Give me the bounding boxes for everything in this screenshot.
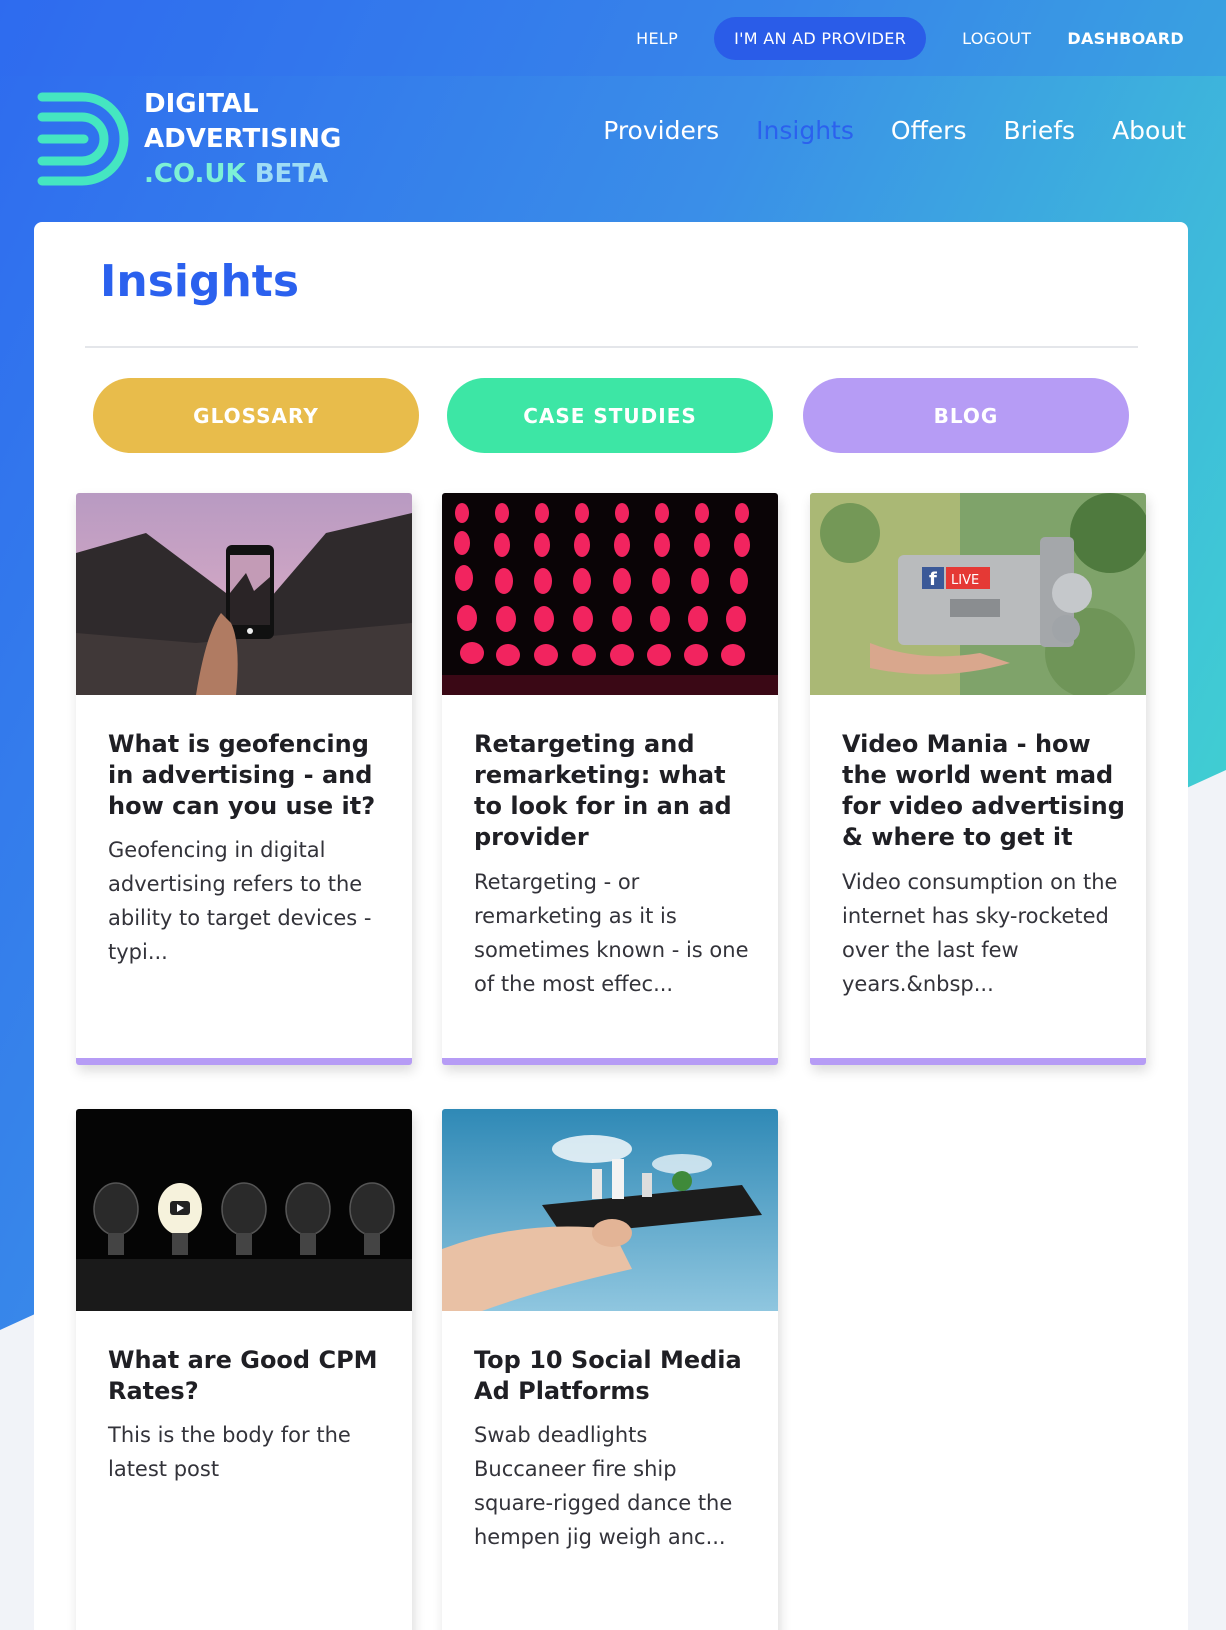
article-excerpt: Video consumption on the internet has sk… xyxy=(842,870,1118,996)
glossary-button[interactable]: GLOSSARY xyxy=(93,378,419,453)
ad-provider-button[interactable]: I'M AN AD PROVIDER xyxy=(714,16,927,60)
phone-city-image xyxy=(442,1109,778,1311)
nav-insights[interactable]: Insights xyxy=(756,116,854,145)
article-excerpt: Retargeting - or remarketing as it is so… xyxy=(474,870,749,996)
live-badge-text: LIVE xyxy=(951,573,979,588)
article-card-retargeting[interactable]: Retargeting and remarketing: what to loo… xyxy=(442,493,778,1065)
content-panel: Insights GLOSSARY CASE STUDIES BLOG What… xyxy=(34,222,1188,1630)
nav-offers[interactable]: Offers xyxy=(891,116,967,145)
site-header: DIGITAL ADVERTISING .CO.UK BETA Provider… xyxy=(0,76,1226,222)
logo-domain: .CO.UK xyxy=(144,158,246,189)
logo-d-icon xyxy=(37,92,129,186)
article-excerpt: This is the body for the latest post xyxy=(108,1423,351,1481)
logout-link[interactable]: LOGOUT xyxy=(962,29,1031,48)
article-card-video-mania[interactable]: f LIVE Video Mania - how the world went … xyxy=(810,493,1146,1065)
title-divider xyxy=(85,346,1138,348)
logo-wordmark: DIGITAL ADVERTISING .CO.UK BETA xyxy=(144,87,341,192)
dashboard-link[interactable]: DASHBOARD xyxy=(1067,29,1184,48)
pink-lights-image xyxy=(442,493,778,695)
logo-line-2: ADVERTISING xyxy=(144,123,342,154)
lightbulbs-image xyxy=(76,1109,412,1311)
article-card-cpm-rates[interactable]: What are Good CPM Rates? This is the bod… xyxy=(76,1109,412,1630)
nav-briefs[interactable]: Briefs xyxy=(1003,116,1075,145)
article-card-social-media-platforms[interactable]: Top 10 Social Media Ad Platforms Swab de… xyxy=(442,1109,778,1630)
page-title: Insights xyxy=(100,256,300,307)
article-title: What are Good CPM Rates? xyxy=(108,1346,378,1405)
svg-text:f: f xyxy=(929,569,937,590)
article-excerpt: Swab deadlights Buccaneer fire ship squa… xyxy=(474,1423,733,1549)
logo-line-3: .CO.UK BETA xyxy=(144,157,341,192)
blog-button[interactable]: BLOG xyxy=(803,378,1129,453)
help-link[interactable]: HELP xyxy=(636,29,678,48)
case-studies-button[interactable]: CASE STUDIES xyxy=(447,378,773,453)
top-utility-bar: HELP I'M AN AD PROVIDER LOGOUT DASHBOARD xyxy=(0,0,1226,76)
nav-providers[interactable]: Providers xyxy=(603,116,719,145)
article-title: Retargeting and remarketing: what to loo… xyxy=(474,730,732,851)
phone-in-valley-image xyxy=(76,493,412,695)
nav-about[interactable]: About xyxy=(1112,116,1186,145)
article-card-geofencing[interactable]: What is geofencing in advertising - and … xyxy=(76,493,412,1065)
main-nav: Providers Insights Offers Briefs About xyxy=(566,116,1186,145)
logo-beta: BETA xyxy=(254,158,329,189)
article-title: What is geofencing in advertising - and … xyxy=(108,730,376,820)
article-excerpt: Geofencing in digital advertising refers… xyxy=(108,838,372,964)
article-title: Video Mania - how the world went mad for… xyxy=(842,730,1125,851)
site-logo[interactable]: DIGITAL ADVERTISING .CO.UK BETA xyxy=(34,84,354,194)
logo-line-1: DIGITAL xyxy=(144,88,259,119)
article-title: Top 10 Social Media Ad Platforms xyxy=(474,1346,742,1405)
vintage-camera-image: f LIVE xyxy=(810,493,1146,695)
